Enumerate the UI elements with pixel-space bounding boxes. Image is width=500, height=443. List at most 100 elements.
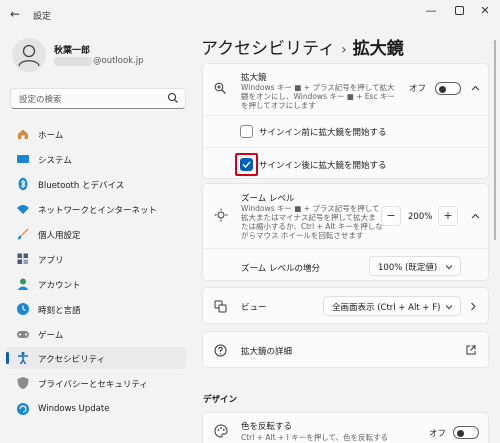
- toggle-knob: [439, 85, 446, 93]
- user-name: 秋葉一郎: [54, 46, 91, 56]
- sidebar-item-accounts[interactable]: アカウント: [6, 273, 186, 295]
- system-icon: [17, 155, 29, 163]
- home-icon: [18, 129, 28, 139]
- magnifier-toggle[interactable]: [435, 82, 461, 95]
- view-dropdown[interactable]: 全画面表示 (Ctrl + Alt + F): [323, 296, 461, 316]
- person-icon: [18, 44, 40, 67]
- magnifier-desc: Windows キー ■ + プラス記号を押して拡大鏡をオンにし、Windows…: [241, 83, 396, 110]
- divider: [203, 115, 488, 116]
- sidebar-item-label: システム: [38, 156, 72, 166]
- zoom-increment-value: 100% (既定値): [378, 263, 438, 273]
- sign-in-after-checkbox[interactable]: [240, 158, 253, 171]
- windows-update-icon: [17, 403, 29, 415]
- sidebar-item-bluetooth[interactable]: Bluetooth とデバイス: [6, 173, 186, 195]
- time-language-icon: [17, 303, 29, 315]
- sidebar-item-privacy[interactable]: プライバシーとセキュリティ: [6, 372, 186, 394]
- sidebar-item-label: 個人用設定: [38, 231, 81, 241]
- sidebar-item-network[interactable]: ネットワークとインターネット: [6, 198, 186, 220]
- view-icon: [214, 300, 227, 313]
- sidebar-item-windows-update[interactable]: Windows Update: [6, 398, 186, 420]
- sidebar-item-label: 時刻と言語: [38, 306, 81, 316]
- chevron-right-icon: [471, 302, 476, 311]
- chevron-down-icon: [445, 265, 453, 270]
- breadcrumb-separator: ›: [341, 42, 347, 58]
- sidebar-item-apps[interactable]: アプリ: [6, 248, 186, 270]
- invert-colors-state: オフ: [429, 429, 447, 439]
- zoom-icon: [214, 208, 228, 222]
- divider: [203, 147, 488, 148]
- palette-icon: [214, 424, 228, 438]
- minimize-button[interactable]: —: [420, 3, 442, 19]
- breadcrumb: アクセシビリティ › 拡大鏡: [201, 34, 404, 59]
- sidebar-item-label: ゲーム: [38, 331, 64, 341]
- active-indicator: [6, 352, 9, 364]
- zoom-value: 200%: [408, 212, 433, 222]
- page-title: 拡大鏡: [352, 39, 404, 59]
- sidebar-item-label: アプリ: [38, 256, 64, 266]
- apps-icon: [17, 253, 28, 264]
- close-button[interactable]: ✕: [474, 3, 496, 19]
- view-title: ビュー: [241, 303, 267, 313]
- zoom-out-button[interactable]: −: [381, 206, 401, 226]
- design-section-heading: デザイン: [203, 395, 238, 405]
- avatar[interactable]: [12, 38, 46, 72]
- sidebar-item-accessibility[interactable]: アクセシビリティ: [6, 347, 186, 369]
- sidebar-item-personalization[interactable]: 個人用設定: [6, 223, 186, 245]
- help-icon: [214, 344, 227, 357]
- zoom-increment-dropdown[interactable]: 100% (既定値): [369, 256, 461, 276]
- invert-colors-desc: Ctrl + Alt + I キーを押して、色を反転する: [241, 433, 389, 442]
- details-title: 拡大鏡の詳細: [241, 347, 293, 357]
- sidebar-item-time-language[interactable]: 時刻と言語: [6, 298, 186, 320]
- invert-colors-toggle[interactable]: [453, 426, 479, 439]
- game-icon: [17, 331, 29, 338]
- shield-icon: [17, 377, 29, 389]
- zoom-card: ズーム レベル Windows キー ■ + プラス記号を押して拡大またはマイナ…: [202, 183, 489, 281]
- sidebar-item-label: アクセシビリティ: [38, 355, 106, 365]
- maximize-button[interactable]: [448, 3, 470, 19]
- email-redacted: [54, 57, 92, 66]
- sidebar-item-system[interactable]: システム: [6, 148, 186, 170]
- sign-in-before-checkbox[interactable]: [240, 125, 253, 138]
- breadcrumb-parent[interactable]: アクセシビリティ: [201, 39, 335, 59]
- accessibility-icon: [18, 351, 28, 365]
- magnifier-state-label: オフ: [409, 84, 427, 94]
- zoom-title: ズーム レベル: [241, 194, 295, 204]
- details-card[interactable]: 拡大鏡の詳細: [202, 331, 489, 368]
- app-title: 設定: [33, 12, 52, 22]
- sidebar-item-label: Windows Update: [38, 404, 110, 414]
- bluetooth-icon: [18, 177, 28, 191]
- brush-icon: [17, 228, 29, 240]
- back-arrow-icon[interactable]: ←: [10, 7, 24, 21]
- chevron-down-icon: [445, 305, 453, 310]
- divider: [203, 248, 488, 249]
- sidebar-item-gaming[interactable]: ゲーム: [6, 323, 186, 345]
- search-icon: [167, 92, 178, 103]
- sidebar-item-label: プライバシーとセキュリティ: [38, 380, 148, 390]
- magnifier-card: 拡大鏡 Windows キー ■ + プラス記号を押して拡大鏡をオンにし、Win…: [202, 63, 489, 179]
- sidebar-item-label: Bluetooth とデバイス: [38, 181, 125, 191]
- sidebar-item-label: ホーム: [38, 131, 64, 141]
- invert-colors-title: 色を反転する: [241, 422, 293, 432]
- sidebar-item-label: アカウント: [38, 281, 81, 291]
- sign-in-before-label: サインイン前に拡大鏡を開始する: [259, 128, 387, 138]
- sidebar-item-home[interactable]: ホーム: [6, 123, 186, 145]
- invert-colors-card: 色を反転する Ctrl + Alt + I キーを押して、色を反転する オフ: [202, 412, 489, 443]
- zoom-in-button[interactable]: +: [438, 206, 458, 226]
- view-value: 全画面表示 (Ctrl + Alt + F): [332, 303, 441, 313]
- chevron-up-icon[interactable]: [471, 84, 480, 93]
- sidebar-item-label: ネットワークとインターネット: [38, 206, 158, 216]
- zoom-desc: Windows キー ■ + プラス記号を押して拡大またはマイナス記号を押して拡…: [241, 204, 383, 240]
- wifi-icon: [17, 205, 29, 214]
- external-link-icon: [466, 345, 476, 355]
- search-input[interactable]: 設定の検索: [10, 88, 186, 109]
- account-icon: [17, 278, 29, 290]
- toggle-knob: [457, 429, 464, 437]
- sign-in-after-label: サインイン後に拡大鏡を開始する: [259, 161, 387, 171]
- scrollbar[interactable]: [494, 40, 496, 240]
- magnifier-icon: [214, 82, 226, 94]
- search-placeholder: 設定の検索: [19, 95, 62, 105]
- chevron-up-icon[interactable]: [471, 212, 480, 221]
- view-card[interactable]: ビュー 全画面表示 (Ctrl + Alt + F): [202, 287, 489, 324]
- checkmark-icon: [242, 161, 251, 169]
- magnifier-title: 拡大鏡: [241, 73, 267, 83]
